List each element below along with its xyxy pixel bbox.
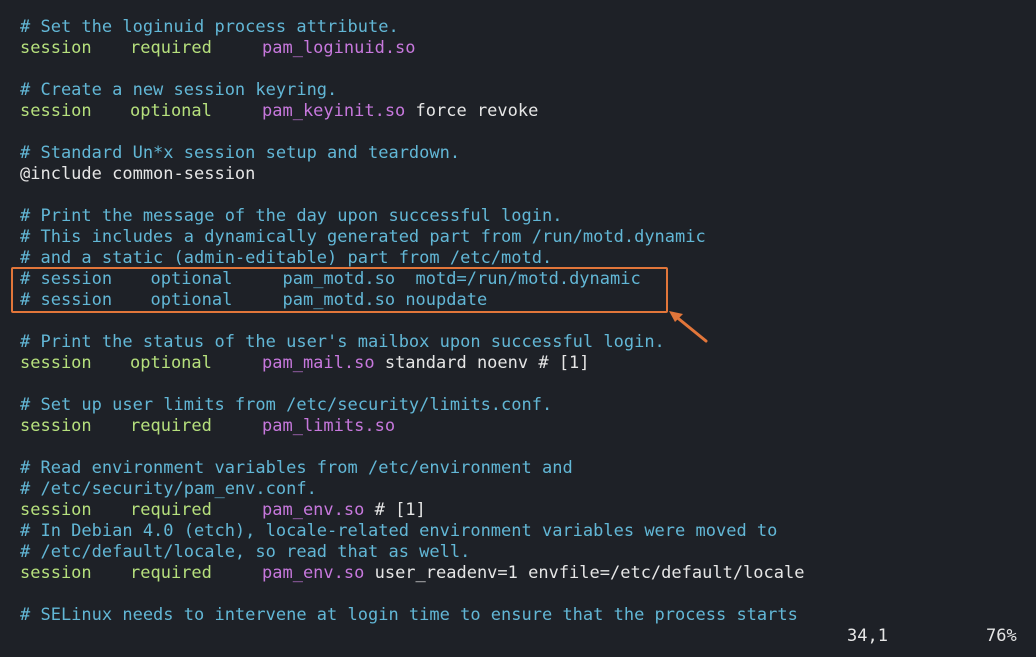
comment-text: # Standard Un*x session setup and teardo… <box>20 143 461 163</box>
pam-directive-line: session required pam_limits.so <box>20 416 804 437</box>
comment-line: # Create a new session keyring. <box>20 80 804 101</box>
pam-module: pam_env.so <box>262 563 365 583</box>
pam-type: session <box>20 38 92 58</box>
comment-text: # Set the loginuid process attribute. <box>20 17 399 37</box>
comment-line: # Set up user limits from /etc/security/… <box>20 395 804 416</box>
comment-text: # In Debian 4.0 (etch), locale-related e… <box>20 521 778 541</box>
pam-directive-line: session required pam_env.so user_readenv=1… <box>20 563 804 584</box>
pam-type: session <box>20 563 92 583</box>
pam-args: force revoke <box>405 101 539 121</box>
pam-control: optional <box>130 101 212 121</box>
pam-control: required <box>130 416 212 436</box>
pam-module: pam_keyinit.so <box>262 101 406 121</box>
comment-text: # Read environment variables from /etc/e… <box>20 458 573 478</box>
include-text: @include common-session <box>20 164 256 184</box>
pam-control: optional <box>130 353 212 373</box>
comment-text: # and a static (admin-editable) part fro… <box>20 248 553 268</box>
comment-text: # Create a new session keyring. <box>20 80 338 100</box>
comment-text: # /etc/security/pam_env.conf. <box>20 479 317 499</box>
pam-module: pam_mail.so <box>262 353 375 373</box>
scroll-percentage: 76% <box>986 626 1017 646</box>
comment-line: # and a static (admin-editable) part fro… <box>20 248 804 269</box>
include-line: @include common-session <box>20 164 804 185</box>
comment-line: # /etc/security/pam_env.conf. <box>20 479 804 500</box>
pam-directive-line: session required pam_loginuid.so <box>20 38 804 59</box>
pam-module: pam_loginuid.so <box>262 38 416 58</box>
comment-text: # Print the status of the user's mailbox… <box>20 332 665 352</box>
cursor-position: 34,1 <box>847 626 888 646</box>
pam-type: session <box>20 416 92 436</box>
comment-line: # In Debian 4.0 (etch), locale-related e… <box>20 521 804 542</box>
pam-directive-line: session optional pam_keyinit.so force revo… <box>20 101 804 122</box>
comment-text: # /etc/default/locale, so read that as w… <box>20 542 471 562</box>
pam-type: session <box>20 101 92 121</box>
comment-text: # SELinux needs to intervene at login ti… <box>20 605 798 625</box>
comment-line: # Standard Un*x session setup and teardo… <box>20 143 804 164</box>
pam-args: # [1] <box>364 500 426 520</box>
pam-args: user_readenv=1 envfile=/etc/default/loca… <box>364 563 805 583</box>
comment-text: # Print the message of the day upon succ… <box>20 206 563 226</box>
pam-args: standard noenv # [1] <box>374 353 590 373</box>
pam-module: pam_limits.so <box>262 416 396 436</box>
comment-line: # This includes a dynamically generated … <box>20 227 804 248</box>
pam-type: session <box>20 353 92 373</box>
pam-directive-line: session optional pam_mail.so standard noen… <box>20 353 804 374</box>
comment-text: # Set up user limits from /etc/security/… <box>20 395 553 415</box>
comment-line: # /etc/default/locale, so read that as w… <box>20 542 804 563</box>
pam-type: session <box>20 500 92 520</box>
comment-line: # Read environment variables from /etc/e… <box>20 458 804 479</box>
pam-control: required <box>130 500 212 520</box>
pam-control: required <box>130 563 212 583</box>
comment-line: # SELinux needs to intervene at login ti… <box>20 605 804 626</box>
pam-module: pam_env.so <box>262 500 365 520</box>
pam-directive-line: session required pam_env.so # [1] <box>20 500 804 521</box>
comment-line: # Set the loginuid process attribute. <box>20 17 804 38</box>
comment-text: # This includes a dynamically generated … <box>20 227 706 247</box>
annotation-highlight-box <box>11 267 668 313</box>
pam-control: required <box>130 38 212 58</box>
annotation-arrow-icon <box>669 311 708 343</box>
comment-line: # Print the message of the day upon succ… <box>20 206 804 227</box>
